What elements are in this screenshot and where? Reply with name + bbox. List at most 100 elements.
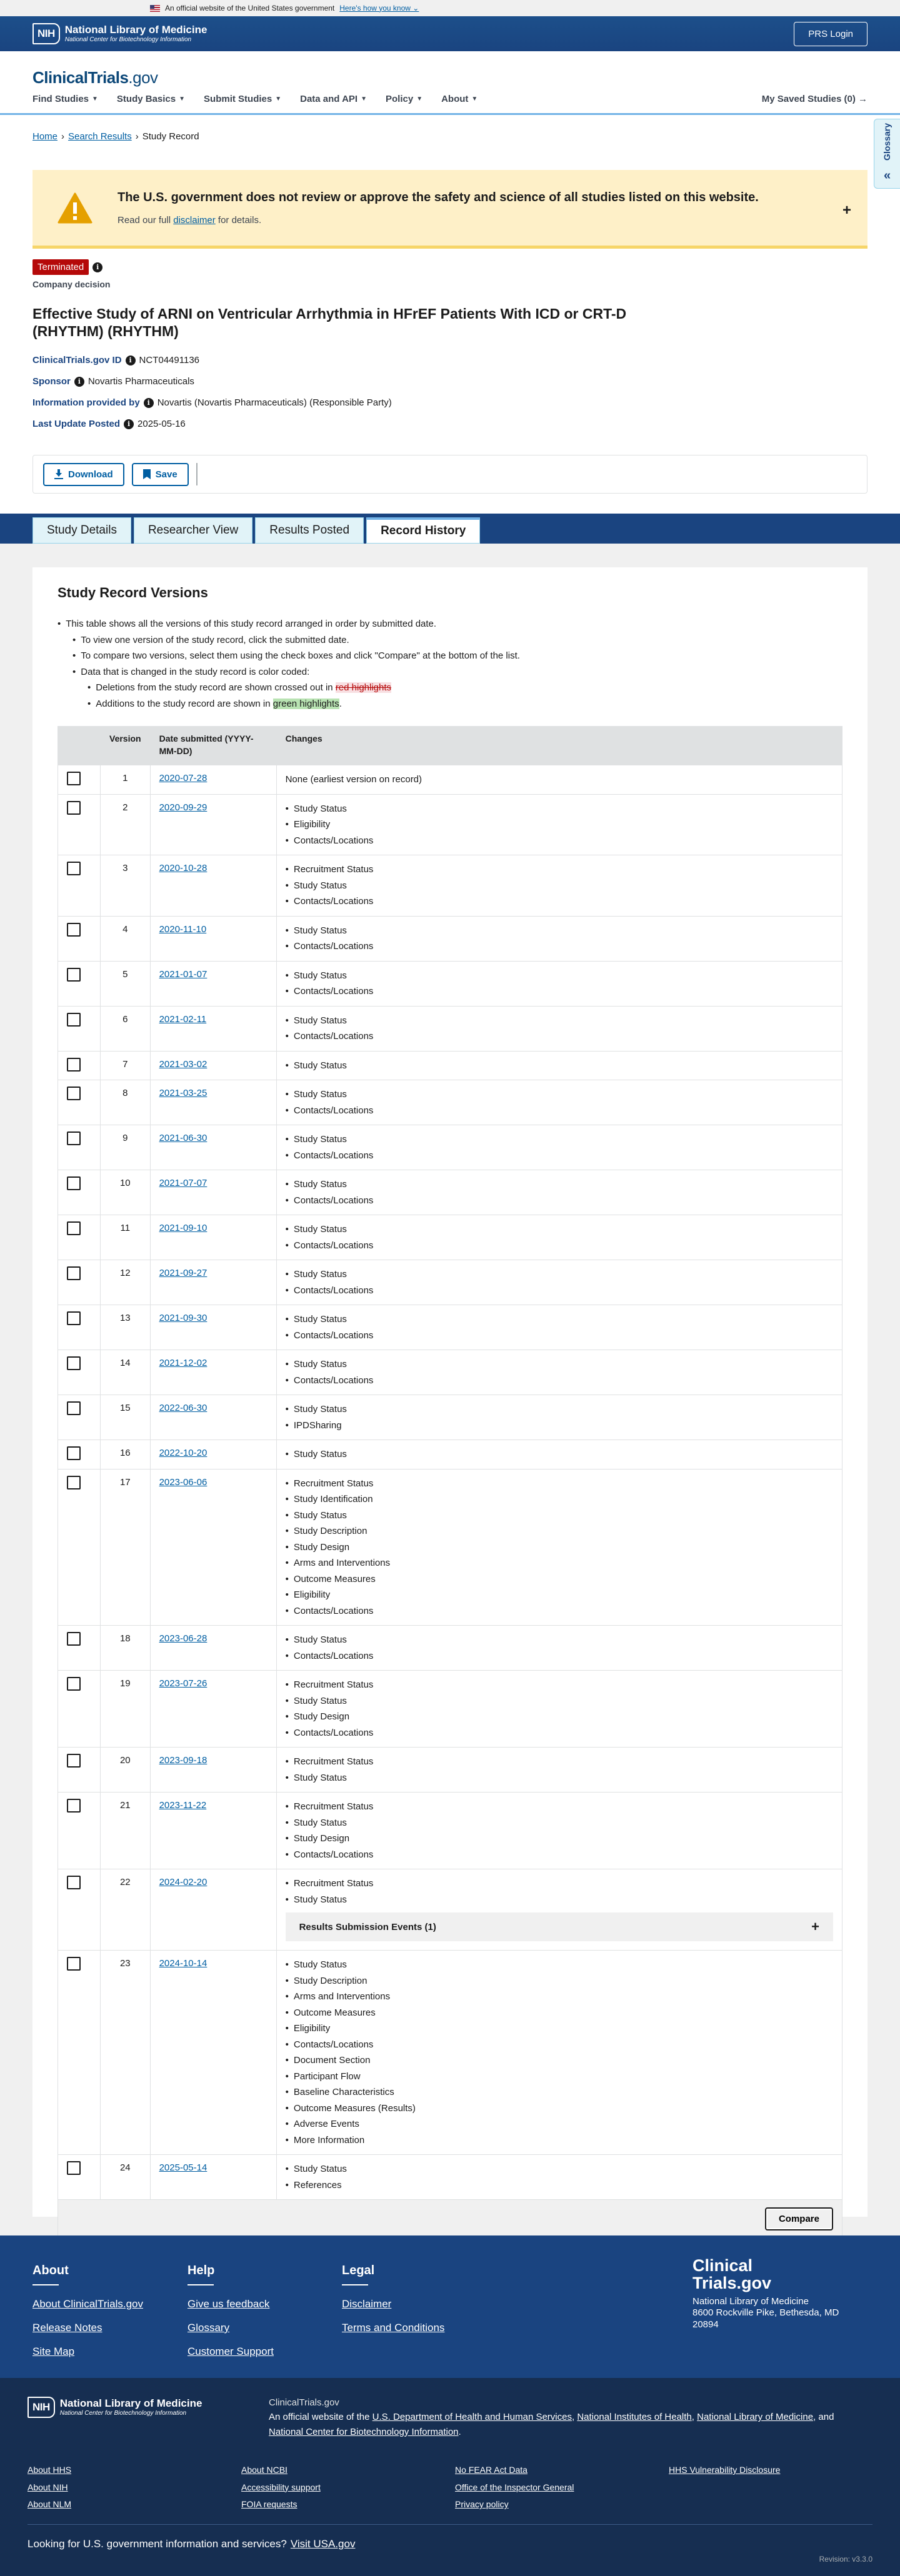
save-button[interactable]: Save xyxy=(131,462,189,486)
tab-record-history[interactable]: Record History xyxy=(366,517,481,544)
version-checkbox[interactable] xyxy=(67,1401,81,1415)
footer-link[interactable]: Release Notes xyxy=(32,2320,143,2335)
nav-find-studies[interactable]: Find Studies ▼ xyxy=(32,92,98,106)
version-checkbox[interactable] xyxy=(67,862,81,875)
version-date-link[interactable]: 2021-09-10 xyxy=(159,1223,208,1233)
expand-plus-icon[interactable]: + xyxy=(842,200,851,221)
version-date-link[interactable]: 2023-06-06 xyxy=(159,1477,208,1488)
version-checkbox[interactable] xyxy=(67,922,81,937)
hhs-link[interactable]: U.S. Department of Health and Human Serv… xyxy=(372,2412,572,2422)
info-icon[interactable]: i xyxy=(143,397,154,408)
tab-results-posted[interactable]: Results Posted xyxy=(255,517,364,544)
tab-researcher-view[interactable]: Researcher View xyxy=(133,517,253,544)
version-date-link[interactable]: 2020-11-10 xyxy=(159,924,207,935)
version-checkbox[interactable] xyxy=(67,1754,81,1768)
version-date-link[interactable]: 2025-05-14 xyxy=(159,2162,208,2173)
nlm-logo[interactable]: NIH National Library of Medicine Nationa… xyxy=(32,23,207,44)
nav-about[interactable]: About ▼ xyxy=(441,92,478,106)
prs-login-button[interactable]: PRS Login xyxy=(794,21,868,46)
footer-logo[interactable]: Clinical Trials.gov xyxy=(692,2257,839,2292)
nav-data-api[interactable]: Data and API ▼ xyxy=(300,92,367,106)
version-date-link[interactable]: 2024-10-14 xyxy=(159,1958,208,1969)
version-date-link[interactable]: 2023-11-22 xyxy=(159,1800,207,1811)
version-checkbox[interactable] xyxy=(67,2161,81,2175)
version-checkbox[interactable] xyxy=(67,1311,81,1325)
nav-study-basics[interactable]: Study Basics ▼ xyxy=(117,92,185,106)
footer-link[interactable]: About NLM xyxy=(28,2499,241,2511)
version-checkbox[interactable] xyxy=(67,1356,81,1370)
version-checkbox[interactable] xyxy=(67,772,81,785)
nlm-link[interactable]: National Library of Medicine xyxy=(697,2412,813,2422)
site-logo[interactable]: ClinicalTrials.gov xyxy=(32,66,158,89)
version-date-link[interactable]: 2020-07-28 xyxy=(159,773,208,783)
footer-link[interactable]: Site Map xyxy=(32,2344,143,2359)
nih-link[interactable]: National Institutes of Health xyxy=(577,2412,691,2422)
version-date-link[interactable]: 2021-02-11 xyxy=(159,1014,207,1025)
version-date-link[interactable]: 2021-01-07 xyxy=(159,969,208,980)
footer-link[interactable]: Give us feedback xyxy=(188,2297,274,2312)
version-date-link[interactable]: 2021-12-02 xyxy=(159,1358,208,1368)
footer-link[interactable]: Accessibility support xyxy=(241,2482,455,2494)
version-checkbox[interactable] xyxy=(67,1799,81,1813)
ncbi-link[interactable]: National Center for Biotechnology Inform… xyxy=(269,2427,459,2437)
info-icon[interactable]: i xyxy=(125,355,136,366)
version-date-link[interactable]: 2021-03-25 xyxy=(159,1088,208,1098)
info-icon[interactable]: i xyxy=(124,419,134,429)
version-date-link[interactable]: 2020-09-29 xyxy=(159,802,208,813)
version-checkbox[interactable] xyxy=(67,1131,81,1145)
footer-link[interactable]: Office of the Inspector General xyxy=(455,2482,669,2494)
version-date-link[interactable]: 2021-06-30 xyxy=(159,1133,208,1143)
footer-link[interactable]: About NCBI xyxy=(241,2464,455,2477)
version-checkbox[interactable] xyxy=(67,1957,81,1971)
version-date-link[interactable]: 2021-07-07 xyxy=(159,1178,208,1188)
version-checkbox[interactable] xyxy=(67,967,81,982)
compare-button[interactable]: Compare xyxy=(764,2207,833,2230)
version-checkbox[interactable] xyxy=(67,1266,81,1280)
usagov-link[interactable]: Visit USA.gov xyxy=(291,2538,356,2550)
footer-link[interactable]: Glossary xyxy=(188,2320,274,2335)
footer-link[interactable]: No FEAR Act Data xyxy=(455,2464,669,2477)
footer-link[interactable]: HHS Vulnerability Disclosure xyxy=(669,2464,856,2477)
version-checkbox[interactable] xyxy=(67,1475,81,1489)
version-checkbox[interactable] xyxy=(67,1176,81,1190)
version-checkbox[interactable] xyxy=(67,1057,81,1072)
footer-link[interactable]: About ClinicalTrials.gov xyxy=(32,2297,143,2312)
version-date-link[interactable]: 2021-09-30 xyxy=(159,1313,208,1323)
version-date-link[interactable]: 2024-02-20 xyxy=(159,1877,208,1887)
version-date-link[interactable]: 2021-09-27 xyxy=(159,1268,208,1278)
info-icon[interactable]: i xyxy=(74,376,84,387)
glossary-tab[interactable]: Glossary « xyxy=(874,119,900,189)
nlm-footer-logo[interactable]: NIH National Library of Medicine Nationa… xyxy=(28,2397,202,2418)
version-date-link[interactable]: 2023-06-28 xyxy=(159,1633,208,1644)
version-checkbox[interactable] xyxy=(67,1446,81,1460)
footer-link[interactable]: Disclaimer xyxy=(342,2297,444,2312)
version-date-link[interactable]: 2023-07-26 xyxy=(159,1678,208,1689)
version-date-link[interactable]: 2023-09-18 xyxy=(159,1755,208,1766)
breadcrumb-search-results[interactable]: Search Results xyxy=(68,130,132,143)
download-button[interactable]: Download xyxy=(43,462,124,486)
version-checkbox[interactable] xyxy=(67,1087,81,1100)
info-icon[interactable]: i xyxy=(92,262,103,272)
version-date-link[interactable]: 2022-06-30 xyxy=(159,1403,208,1413)
footer-link[interactable]: About HHS xyxy=(28,2464,241,2477)
version-checkbox[interactable] xyxy=(67,1677,81,1691)
version-date-link[interactable]: 2022-10-20 xyxy=(159,1448,208,1458)
version-checkbox[interactable] xyxy=(67,1221,81,1235)
saved-studies-link[interactable]: My Saved Studies (0) → xyxy=(762,92,868,106)
nav-policy[interactable]: Policy ▼ xyxy=(386,92,422,106)
version-date-link[interactable]: 2021-03-02 xyxy=(159,1059,208,1070)
version-date-link[interactable]: 2020-10-28 xyxy=(159,863,208,873)
nav-submit-studies[interactable]: Submit Studies ▼ xyxy=(204,92,281,106)
footer-link[interactable]: Privacy policy xyxy=(455,2499,669,2511)
version-checkbox[interactable] xyxy=(67,1876,81,1889)
results-submission-events[interactable]: Results Submission Events (1) + xyxy=(285,1912,833,1941)
footer-link[interactable]: Terms and Conditions xyxy=(342,2320,444,2335)
tab-study-details[interactable]: Study Details xyxy=(32,517,131,544)
how-you-know-link[interactable]: Here's how you know ⌄ xyxy=(339,3,419,14)
disclaimer-link[interactable]: disclaimer xyxy=(173,215,216,226)
breadcrumb-home[interactable]: Home xyxy=(32,130,58,143)
version-checkbox[interactable] xyxy=(67,800,81,815)
footer-link[interactable]: FOIA requests xyxy=(241,2499,455,2511)
version-checkbox[interactable] xyxy=(67,1632,81,1646)
footer-link[interactable]: About NIH xyxy=(28,2482,241,2494)
